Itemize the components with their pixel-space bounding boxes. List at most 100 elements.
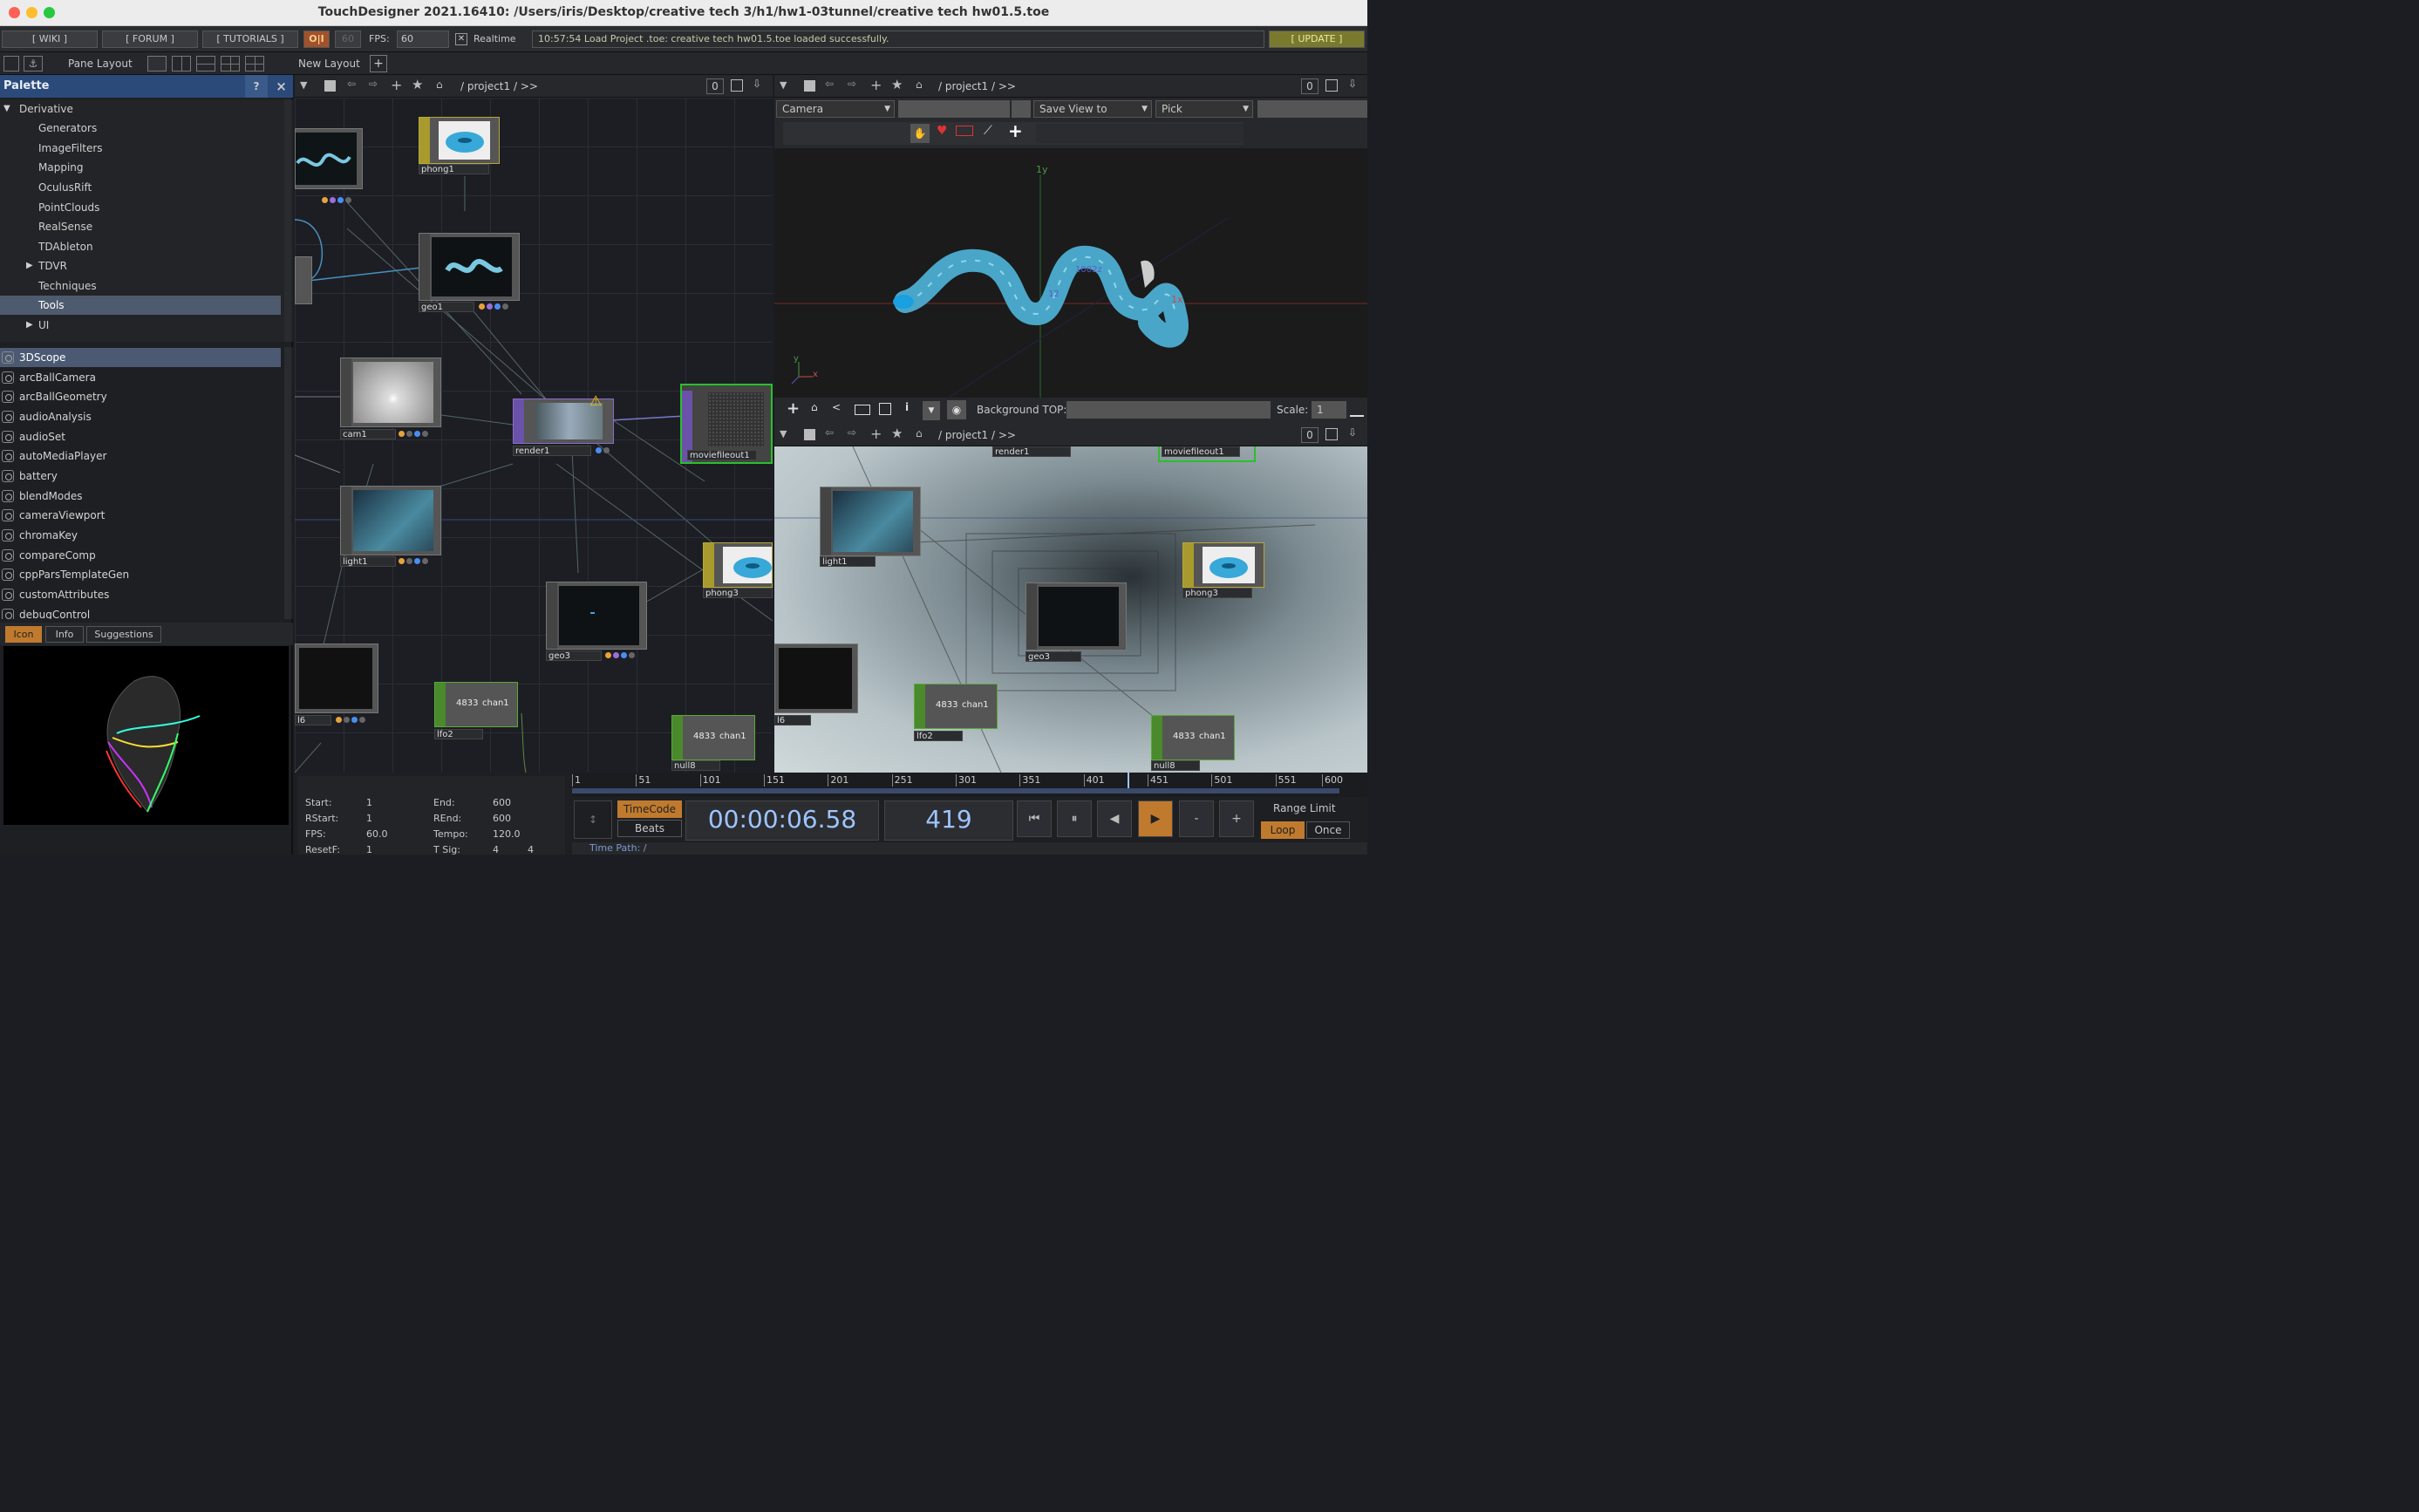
tree-item-ui[interactable]: ▶ UI bbox=[0, 316, 281, 335]
scale-slider-icon[interactable] bbox=[1350, 403, 1364, 417]
layout-split-vertical-button[interactable] bbox=[172, 56, 191, 72]
geo3-node[interactable] bbox=[546, 582, 647, 650]
add-icon[interactable]: + bbox=[1008, 120, 1023, 141]
perform-mode-button[interactable]: O|I bbox=[303, 31, 330, 48]
component-item[interactable]: debugControl bbox=[0, 605, 281, 619]
star-icon[interactable]: ★ bbox=[891, 426, 903, 441]
node-flags[interactable] bbox=[595, 446, 610, 456]
component-item[interactable]: autoMediaPlayer bbox=[0, 446, 281, 466]
lfo2-label[interactable]: lfo2 bbox=[434, 729, 483, 739]
forward-icon[interactable]: ⇨ bbox=[848, 426, 856, 439]
lfo2-node[interactable]: 4833 chan1 bbox=[434, 682, 518, 727]
null8-node[interactable]: 4833 chan1 bbox=[1151, 715, 1235, 760]
component-item[interactable]: compareComp bbox=[0, 546, 281, 565]
component-item[interactable]: audioAnalysis bbox=[0, 407, 281, 426]
geo3-label[interactable]: geo3 bbox=[546, 650, 602, 661]
component-item[interactable]: cameraViewport bbox=[0, 506, 281, 525]
forward-icon[interactable]: ⇨ bbox=[848, 78, 856, 90]
component-item[interactable]: battery bbox=[0, 467, 281, 486]
light1-node[interactable] bbox=[820, 487, 921, 556]
maximize-pane-icon[interactable] bbox=[1325, 428, 1338, 440]
tree-item-generators[interactable]: Generators bbox=[0, 119, 281, 138]
lock-icon[interactable] bbox=[1012, 100, 1031, 118]
brush-icon[interactable]: ⟋ bbox=[984, 124, 992, 138]
save-view-select[interactable]: Save View to ▼ bbox=[1033, 100, 1152, 118]
dropdown-icon[interactable]: ▼ bbox=[923, 401, 940, 420]
time-display[interactable]: 00:00:06.58 bbox=[685, 800, 879, 841]
light1-label[interactable]: light1 bbox=[340, 556, 396, 567]
component-item[interactable]: 3DScope bbox=[0, 348, 281, 367]
pane-counter[interactable]: 0 bbox=[1301, 78, 1319, 94]
rend-value[interactable]: 600 bbox=[493, 813, 511, 824]
network-editor-2[interactable]: ▼ ⇦ ⇨ + ★ ⌂ / project1 / >> 0 ⇩ render1 … bbox=[774, 424, 1367, 773]
network-editor[interactable]: ▼ ⇦ ⇨ + ★ ⌂ / project1 / >> 0 ⇩ phong1 g… bbox=[295, 75, 773, 773]
frame-display[interactable]: 419 bbox=[884, 800, 1013, 841]
view-toggle-icon[interactable] bbox=[3, 56, 19, 72]
tsig-numerator[interactable]: 4 bbox=[493, 844, 499, 855]
tree-item-oculusrift[interactable]: OculusRift bbox=[0, 178, 281, 197]
realtime-checkbox[interactable]: ✕ bbox=[455, 33, 467, 45]
palette-help-button[interactable]: ? bbox=[245, 75, 268, 98]
tsig-denominator[interactable]: 4 bbox=[528, 844, 534, 855]
stop-icon[interactable] bbox=[804, 429, 815, 440]
null8-label[interactable]: null8 bbox=[1151, 760, 1200, 771]
expand-arrow-icon[interactable]: ▶ bbox=[26, 316, 33, 335]
update-button[interactable]: [ UPDATE ] bbox=[1269, 31, 1365, 48]
forward-icon[interactable]: ⇨ bbox=[369, 78, 378, 90]
add-layout-button[interactable]: + bbox=[370, 55, 387, 72]
layout-single-button[interactable] bbox=[147, 56, 167, 72]
network-canvas[interactable]: phong1 geo1 cam1 ⚠ render1 moviefileout1… bbox=[295, 98, 773, 773]
back-icon[interactable]: ⇦ bbox=[825, 426, 834, 439]
fps-value[interactable]: 60.0 bbox=[366, 828, 388, 840]
camera-field[interactable] bbox=[898, 100, 1010, 118]
tree-item-mapping[interactable]: Mapping bbox=[0, 158, 281, 177]
viewer-path[interactable]: / project1 / >> bbox=[938, 80, 1016, 92]
pane-counter[interactable]: 0 bbox=[706, 78, 724, 94]
step-back-button[interactable]: ◀ bbox=[1097, 800, 1132, 837]
add-op-icon[interactable]: + bbox=[391, 77, 402, 93]
download-icon[interactable]: ⇩ bbox=[753, 78, 761, 90]
moviefileout-node[interactable]: moviefileout1 bbox=[1158, 446, 1256, 462]
pick-field[interactable] bbox=[1257, 100, 1367, 118]
node-flags[interactable] bbox=[398, 429, 429, 439]
component-item[interactable]: blendModes bbox=[0, 487, 281, 506]
rstart-value[interactable]: 1 bbox=[366, 813, 372, 824]
network-path[interactable]: / project1 / >> bbox=[460, 80, 538, 92]
light1-node[interactable] bbox=[340, 486, 441, 555]
cook-rate-button[interactable]: 60 bbox=[335, 31, 361, 48]
forum-button[interactable]: [ FORUM ] bbox=[102, 31, 198, 48]
tree-item-pointclouds[interactable]: PointClouds bbox=[0, 198, 281, 217]
home-icon[interactable]: ⌂ bbox=[916, 78, 923, 91]
star-icon[interactable]: ★ bbox=[412, 77, 423, 92]
l6-node[interactable] bbox=[774, 644, 858, 713]
tutorials-button[interactable]: [ TUTORIALS ] bbox=[202, 31, 298, 48]
node-flags[interactable] bbox=[478, 302, 509, 312]
select-icon[interactable]: ♥ bbox=[937, 124, 948, 138]
phong1-label[interactable]: phong1 bbox=[419, 164, 489, 174]
palette-close-button[interactable]: × bbox=[269, 75, 293, 98]
start-value[interactable]: 1 bbox=[366, 797, 372, 808]
timecode-button[interactable]: TimeCode bbox=[617, 800, 682, 818]
download-icon[interactable]: ⇩ bbox=[1348, 426, 1357, 439]
end-value[interactable]: 600 bbox=[493, 797, 511, 808]
perspective-icon[interactable]: < bbox=[832, 401, 841, 413]
box-select-icon[interactable] bbox=[956, 126, 973, 136]
geo1-label[interactable]: geo1 bbox=[419, 302, 474, 312]
add-icon[interactable]: + bbox=[787, 399, 800, 418]
play-button[interactable]: ▶ bbox=[1138, 800, 1173, 837]
component-item[interactable]: audioSet bbox=[0, 427, 281, 446]
star-icon[interactable]: ★ bbox=[891, 77, 903, 92]
component-item[interactable]: chromaKey bbox=[0, 526, 281, 545]
pause-button[interactable]: ⏸ bbox=[1057, 800, 1092, 837]
lfo2-node[interactable]: 4833 chan1 bbox=[914, 684, 998, 729]
moviefileout-label[interactable]: moviefileout1 bbox=[1162, 446, 1240, 457]
stop-icon[interactable] bbox=[804, 80, 815, 92]
component-item[interactable]: customAttributes bbox=[0, 585, 281, 604]
component-item[interactable]: arcBallCamera bbox=[0, 368, 281, 387]
null8-label[interactable]: null8 bbox=[671, 760, 720, 771]
render1-label[interactable]: render1 bbox=[992, 446, 1071, 457]
component-item[interactable]: cppParsTemplateGen bbox=[0, 565, 281, 584]
node-flags[interactable] bbox=[398, 556, 429, 567]
pan-hand-icon[interactable]: ✋ bbox=[910, 124, 930, 143]
tempo-value[interactable]: 120.0 bbox=[493, 828, 521, 840]
